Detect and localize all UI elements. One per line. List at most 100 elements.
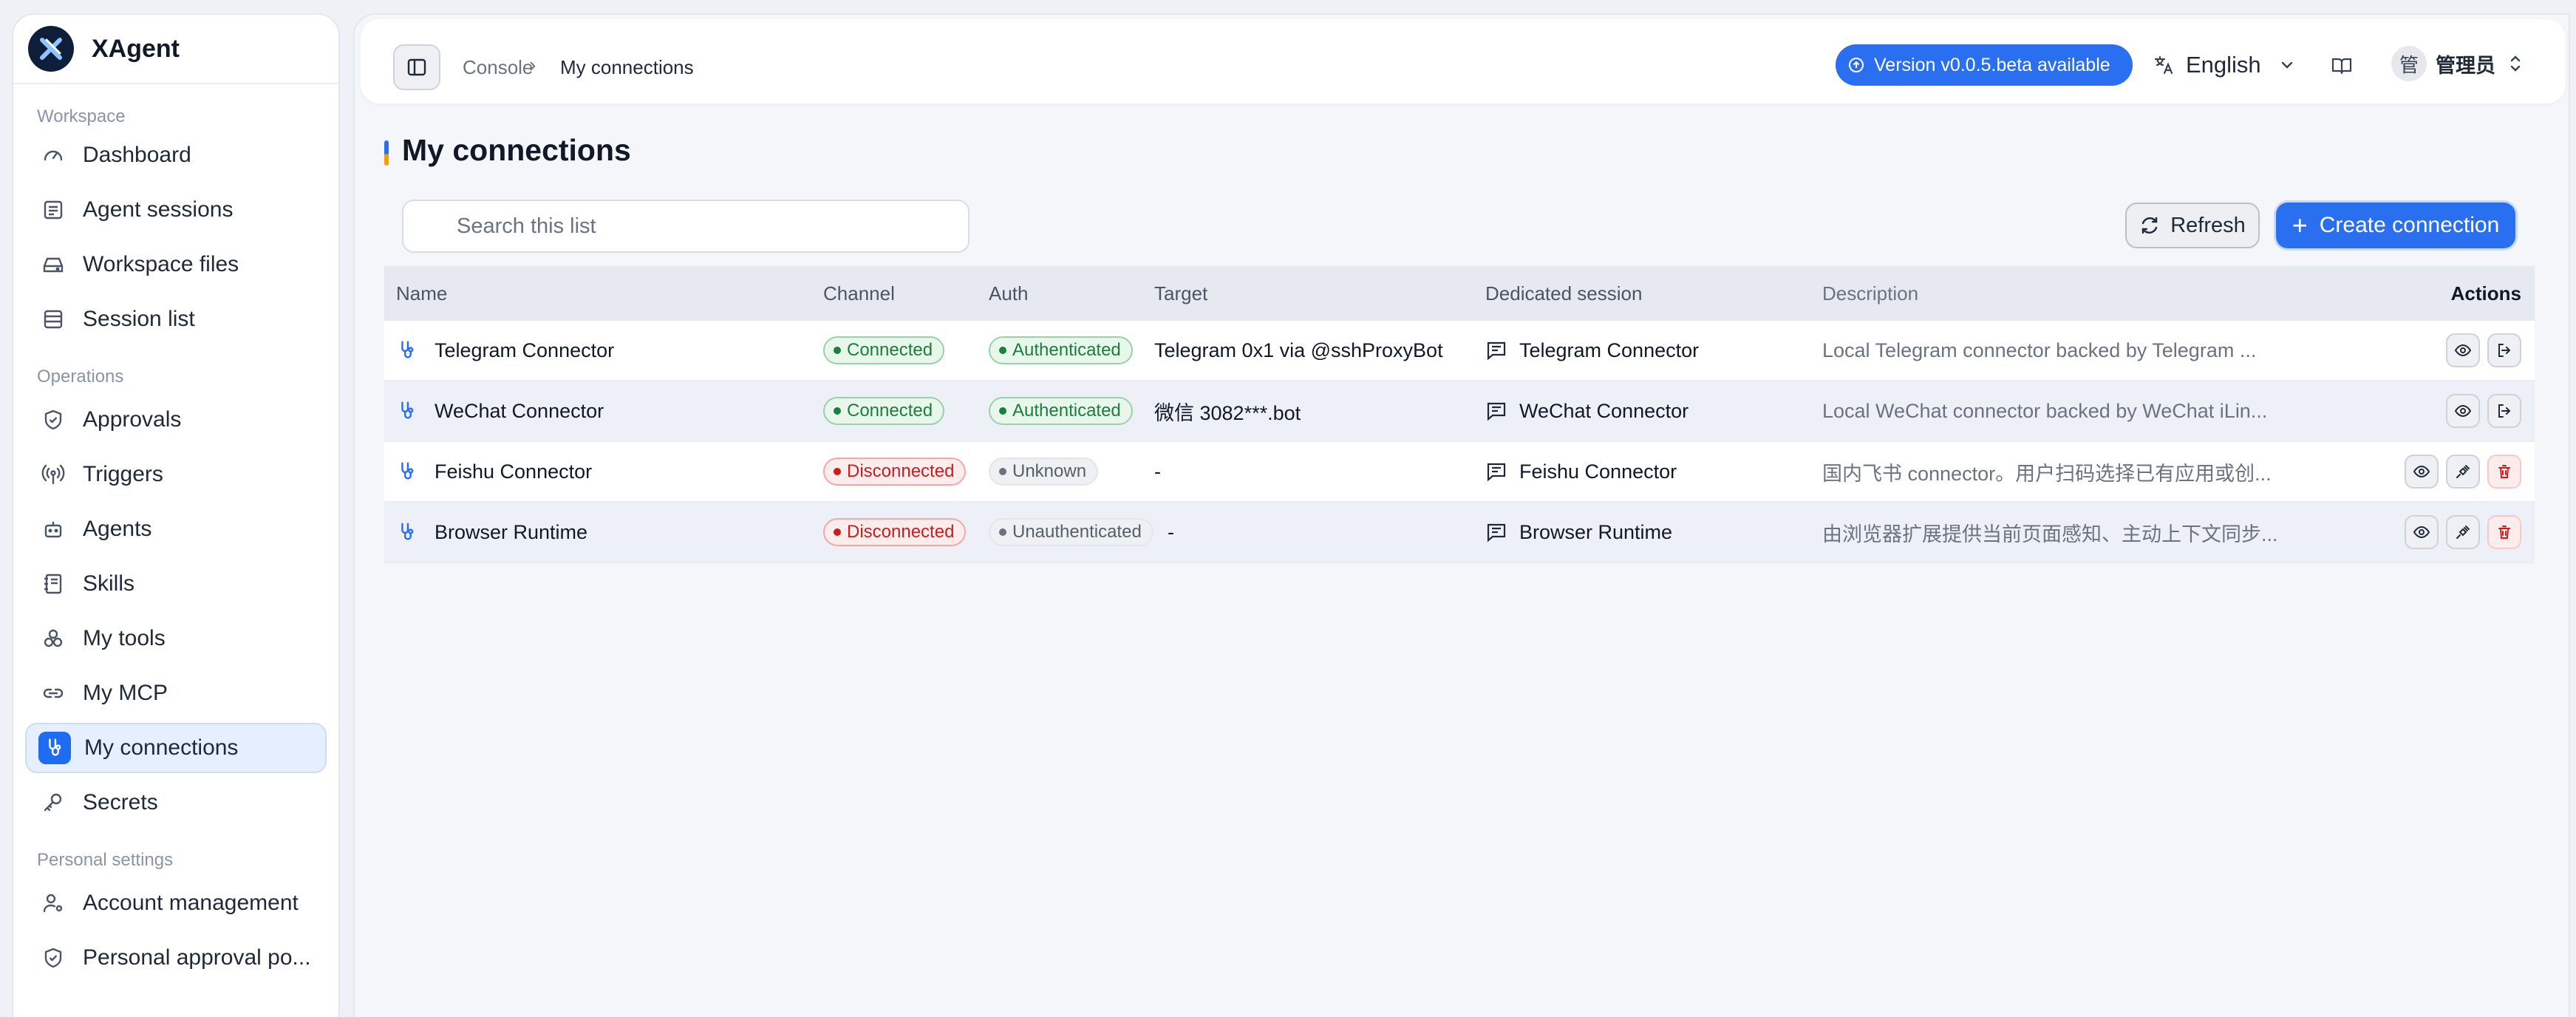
connection-icon (396, 521, 418, 543)
sidebar-item-personal-approval-policy[interactable]: Personal approval po... (25, 933, 327, 983)
chevron-down-icon (2281, 61, 2292, 69)
user-menu[interactable]: 管 管理员 (2391, 46, 2524, 81)
page-title: My connections (402, 133, 631, 167)
sessions-icon (40, 197, 67, 223)
connection-icon (396, 460, 418, 483)
sidebar-item-dashboard[interactable]: Dashboard (25, 130, 327, 180)
docs-button[interactable] (2331, 55, 2353, 81)
sidebar-item-label: Workspace files (83, 252, 239, 276)
table-row[interactable]: Browser Runtime Disconnected Unauthentic… (384, 503, 2535, 563)
nav-group-personal-settings: Personal settings (37, 850, 174, 870)
refresh-label: Refresh (2170, 213, 2246, 237)
sidebar-item-label: Approvals (83, 407, 182, 432)
sidebar-item-label: Agents (83, 517, 152, 541)
delete-button[interactable] (2487, 455, 2521, 489)
sidebar-item-label: Triggers (83, 462, 163, 486)
connect-button[interactable] (2446, 455, 2480, 489)
eye-icon (2413, 525, 2430, 539)
row-description: Local WeChat connector backed by WeChat … (1822, 399, 2268, 422)
col-auth[interactable]: Auth (989, 266, 1029, 321)
language-selector[interactable]: English (2153, 50, 2295, 80)
channel-badge: Connected (823, 397, 945, 425)
table-row[interactable]: WeChat Connector Connected Authenticated… (384, 381, 2535, 442)
xagent-logo-icon (28, 26, 74, 72)
sidebar-item-my-connections[interactable]: My connections (25, 723, 327, 773)
plug-icon (2456, 465, 2470, 478)
view-button[interactable] (2446, 333, 2480, 367)
bot-icon (40, 516, 67, 542)
sidebar-item-label: My connections (84, 735, 239, 760)
sidebar-toggle-button[interactable] (393, 44, 440, 90)
disconnect-button[interactable] (2487, 394, 2521, 428)
trash-icon (2498, 465, 2510, 478)
connections-table: Name Channel Auth Target Dedicated sessi… (384, 266, 2535, 563)
view-button[interactable] (2405, 455, 2439, 489)
channel-badge: Connected (823, 336, 945, 364)
auth-badge: Unauthenticated (989, 518, 1154, 546)
row-description: 国内飞书 connector。用户扫码选择已有应用或创... (1822, 462, 2272, 485)
logout-icon (2498, 404, 2511, 418)
breadcrumb-current: My connections (560, 56, 694, 78)
delete-button[interactable] (2487, 515, 2521, 549)
user-name: 管理员 (2436, 54, 2495, 77)
table-row[interactable]: Feishu Connector Disconnected Unknown - … (384, 442, 2535, 503)
sidebar-item-my-tools[interactable]: My tools (25, 613, 327, 664)
eye-icon (2413, 465, 2430, 478)
row-target: Telegram 0x1 via @sshProxyBot (1154, 339, 1443, 361)
sidebar-item-agent-sessions[interactable]: Agent sessions (25, 185, 327, 235)
search-input[interactable]: Search this list (402, 200, 970, 253)
sidebar-item-label: Session list (83, 307, 195, 331)
col-target[interactable]: Target (1154, 266, 1207, 321)
sidebar-item-workspace-files[interactable]: Workspace files (25, 239, 327, 290)
trash-icon (2498, 525, 2510, 539)
refresh-icon (2142, 217, 2158, 234)
sidebar-item-approvals[interactable]: Approvals (25, 395, 327, 445)
plug-icon (2456, 525, 2470, 539)
disconnect-button[interactable] (2487, 333, 2521, 367)
user-cog-icon (40, 890, 67, 916)
version-update-button[interactable]: Version v0.0.5.beta available (1836, 44, 2133, 86)
update-icon (1849, 58, 1864, 72)
connection-icon (396, 339, 418, 361)
connect-button[interactable] (2446, 515, 2480, 549)
auth-badge: Authenticated (989, 397, 1133, 425)
sidebar-item-label: Personal approval po... (83, 945, 311, 970)
row-name: Telegram Connector (435, 339, 615, 361)
col-session[interactable]: Dedicated session (1485, 266, 1642, 321)
row-session[interactable]: WeChat Connector (1485, 381, 1689, 441)
auth-badge: Authenticated (989, 336, 1133, 364)
row-session[interactable]: Telegram Connector (1485, 321, 1699, 380)
view-button[interactable] (2405, 515, 2439, 549)
table-row[interactable]: Telegram Connector Connected Authenticat… (384, 321, 2535, 381)
connection-icon (38, 732, 71, 764)
sidebar-item-skills[interactable]: Skills (25, 559, 327, 609)
sidebar-item-secrets[interactable]: Secrets (25, 778, 327, 828)
row-session[interactable]: Browser Runtime (1485, 503, 1672, 562)
sidebar-item-session-list[interactable]: Session list (25, 294, 327, 344)
key-icon (40, 789, 67, 816)
refresh-button[interactable]: Refresh (2125, 203, 2260, 248)
language-label: English (2186, 52, 2261, 78)
col-channel[interactable]: Channel (823, 266, 895, 321)
plus-icon: + (2292, 210, 2308, 240)
create-label: Create connection (2319, 213, 2500, 237)
logout-icon (2498, 344, 2511, 357)
col-name[interactable]: Name (396, 266, 447, 321)
breadcrumb-separator: › (529, 53, 536, 76)
breadcrumb-console[interactable]: Console (463, 56, 533, 79)
row-session[interactable]: Feishu Connector (1485, 442, 1677, 501)
topbar: Console › My connections Version v0.0.5.… (361, 19, 2566, 103)
sidebar-item-label: Secrets (83, 790, 158, 814)
create-connection-button[interactable]: + Create connection (2276, 203, 2515, 248)
sidebar-item-my-mcp[interactable]: My MCP (25, 668, 327, 718)
eye-icon (2454, 344, 2472, 357)
version-label: Version v0.0.5.beta available (1874, 54, 2110, 75)
row-name: Browser Runtime (435, 520, 588, 543)
sidebar-item-triggers[interactable]: Triggers (25, 449, 327, 500)
view-button[interactable] (2446, 394, 2480, 428)
sidebar-item-account-management[interactable]: Account management (25, 878, 327, 928)
brand[interactable]: XAgent (13, 15, 338, 84)
col-description[interactable]: Description (1822, 266, 2280, 321)
sidebar-item-label: Account management (83, 891, 299, 915)
sidebar-item-agents[interactable]: Agents (25, 504, 327, 554)
